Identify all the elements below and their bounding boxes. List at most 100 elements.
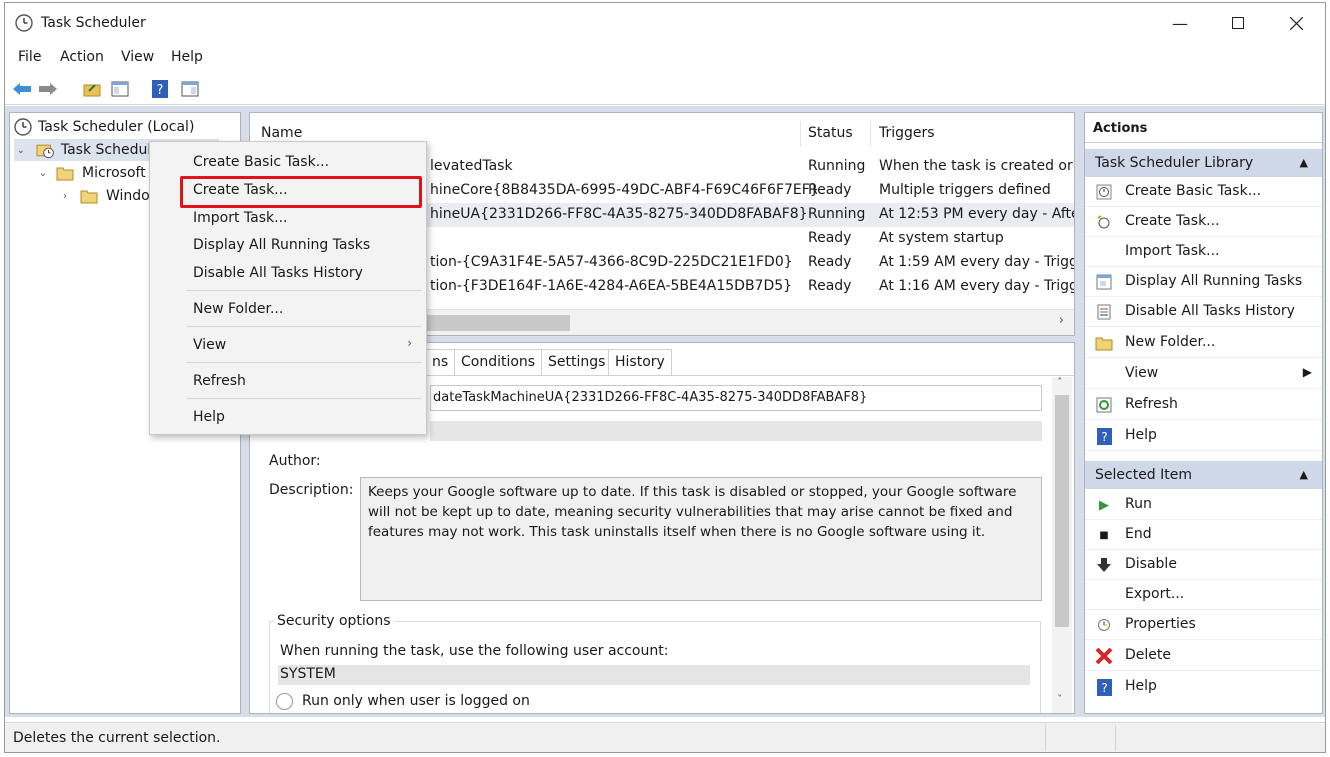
ctx-import-task[interactable]: Import Task... — [150, 206, 426, 232]
tab-settings[interactable]: Settings — [541, 349, 613, 375]
help-icon: ? — [152, 80, 168, 98]
show-hide-tree-button[interactable] — [109, 78, 131, 100]
action-display-running[interactable]: Display All Running Tasks — [1085, 267, 1322, 297]
task-triggers: At 1:16 AM every day - Trigger — [879, 278, 1075, 294]
user-account-value: SYSTEM — [280, 666, 336, 682]
action-disable-history[interactable]: Disable All Tasks History — [1085, 297, 1322, 327]
action-help-selected[interactable]: ? Help — [1085, 672, 1322, 702]
scroll-right-icon[interactable]: › — [1059, 313, 1064, 328]
ctx-label: New Folder... — [193, 301, 284, 317]
scroll-down-icon[interactable]: ˇ — [1057, 693, 1063, 706]
ctx-help[interactable]: Help — [150, 405, 426, 431]
task-name-field[interactable]: dateTaskMachineUA{2331D266-FF8C-4A35-827… — [430, 385, 1042, 411]
action-new-folder[interactable]: New Folder... — [1085, 328, 1322, 358]
action-pane-icon — [181, 81, 199, 97]
up-folder-button[interactable] — [81, 78, 103, 100]
status-divider — [1115, 725, 1116, 751]
ctx-label: Import Task... — [193, 210, 288, 226]
action-create-basic-task[interactable]: Create Basic Task... — [1085, 177, 1322, 207]
minimize-button[interactable]: — — [1151, 3, 1209, 43]
back-button[interactable] — [11, 78, 33, 100]
collapse-chevron-icon[interactable]: › — [58, 191, 72, 202]
column-header-status[interactable]: Status — [808, 125, 853, 141]
action-label: Disable All Tasks History — [1125, 303, 1295, 319]
action-run[interactable]: ▶ Run — [1085, 490, 1322, 520]
ctx-separator — [186, 290, 422, 291]
tab-history[interactable]: History — [608, 349, 672, 375]
forward-button[interactable] — [37, 78, 59, 100]
ctx-view[interactable]: View › — [150, 333, 426, 359]
tab-conditions[interactable]: Conditions — [454, 349, 543, 375]
clock-icon — [14, 118, 32, 136]
ctx-create-basic-task[interactable]: Create Basic Task... — [150, 150, 426, 176]
refresh-icon — [1095, 396, 1113, 414]
folder-up-icon — [83, 84, 101, 97]
action-export[interactable]: Export... — [1085, 580, 1322, 610]
action-disable[interactable]: Disable — [1085, 550, 1322, 580]
action-label: View — [1125, 365, 1159, 381]
folder-icon — [56, 167, 74, 181]
window-title: Task Scheduler — [41, 15, 146, 31]
action-view[interactable]: View ▶ — [1085, 359, 1322, 389]
actions-group-library[interactable]: Task Scheduler Library ▲ — [1085, 149, 1322, 177]
svg-text:?: ? — [157, 83, 164, 98]
tree-item-microsoft[interactable]: ⌄ Microsoft — [36, 162, 146, 184]
menu-help[interactable]: Help — [171, 49, 203, 65]
help-icon: ? — [1095, 427, 1113, 445]
submenu-arrow-icon: ▶ — [1302, 365, 1312, 379]
description-field[interactable]: Keeps your Google software up to date. I… — [360, 477, 1042, 601]
tab-actions[interactable]: ns — [426, 349, 456, 375]
action-properties[interactable]: Properties — [1085, 610, 1322, 640]
action-import-task[interactable]: Import Task... — [1085, 237, 1322, 267]
help-button[interactable]: ? — [149, 78, 171, 100]
ctx-disable-history[interactable]: Disable All Tasks History — [150, 261, 426, 287]
scroll-up-icon[interactable]: ˆ — [1057, 376, 1063, 389]
ctx-refresh[interactable]: Refresh — [150, 369, 426, 395]
expand-chevron-icon[interactable]: ⌄ — [36, 168, 50, 179]
action-refresh[interactable]: Refresh — [1085, 390, 1322, 420]
task-name: levatedTask — [430, 158, 513, 174]
column-divider[interactable] — [870, 121, 871, 147]
expand-chevron-icon[interactable]: ⌄ — [14, 145, 28, 156]
column-divider[interactable] — [800, 121, 801, 147]
ctx-label: Refresh — [193, 373, 246, 389]
clock-icon — [15, 14, 33, 32]
show-hide-action-pane-button[interactable] — [179, 78, 201, 100]
column-header-name[interactable]: Name — [261, 125, 302, 141]
author-label: Author: — [269, 453, 321, 469]
action-help[interactable]: ? Help — [1085, 421, 1322, 451]
vertical-scrollbar[interactable]: ˆ ˇ — [1052, 376, 1072, 713]
collapse-caret-icon[interactable]: ▲ — [1300, 468, 1308, 481]
tree-item-root[interactable]: Task Scheduler (Local) — [14, 116, 194, 138]
highlight-box — [180, 176, 422, 208]
toolbar: ? — [5, 73, 1325, 105]
running-tasks-icon — [1095, 273, 1113, 291]
help-icon: ? — [1095, 678, 1113, 696]
status-text: Deletes the current selection. — [13, 730, 221, 746]
collapse-caret-icon[interactable]: ▲ — [1300, 156, 1308, 169]
task-status: Running — [808, 206, 866, 222]
action-create-task[interactable]: Create Task... — [1085, 207, 1322, 237]
action-label: Create Task... — [1125, 213, 1220, 229]
disable-arrow-icon — [1095, 556, 1113, 574]
task-triggers: When the task is created or mo — [879, 158, 1074, 174]
scrollbar-thumb[interactable] — [1055, 395, 1069, 627]
submenu-chevron-icon: › — [407, 336, 412, 350]
action-delete[interactable]: Delete — [1085, 641, 1322, 671]
action-label: New Folder... — [1125, 334, 1216, 350]
action-label: Create Basic Task... — [1125, 183, 1262, 199]
location-field — [430, 421, 1042, 441]
menu-view[interactable]: View — [121, 49, 154, 65]
menu-action[interactable]: Action — [60, 49, 104, 65]
menu-file[interactable]: File — [18, 49, 41, 65]
action-end[interactable]: ■ End — [1085, 520, 1322, 550]
task-triggers: Multiple triggers defined — [879, 182, 1051, 198]
actions-group-selected[interactable]: Selected Item ▲ — [1085, 461, 1322, 489]
ctx-display-running[interactable]: Display All Running Tasks — [150, 233, 426, 259]
close-button[interactable] — [1267, 3, 1325, 43]
action-label: Import Task... — [1125, 243, 1220, 259]
maximize-button[interactable] — [1209, 3, 1267, 43]
ctx-new-folder[interactable]: New Folder... — [150, 297, 426, 323]
column-header-triggers[interactable]: Triggers — [879, 125, 935, 141]
run-logged-on-radio[interactable] — [276, 693, 293, 710]
